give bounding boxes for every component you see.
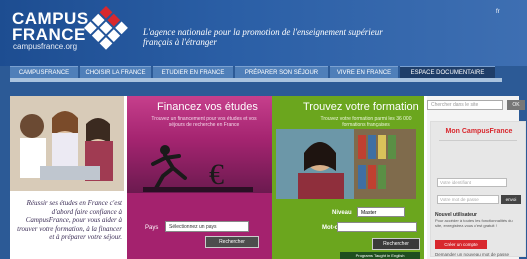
- main-content: Réussir ses études en France c'est d'abo…: [10, 96, 526, 259]
- site-search-button[interactable]: OK: [507, 100, 525, 110]
- new-user-description: Pour accéder à toutes les fonctionnalité…: [435, 218, 513, 228]
- motcle-input[interactable]: [337, 222, 417, 232]
- nav-item-choisir[interactable]: CHOISIR LA FRANCE: [80, 66, 151, 78]
- forgot-password-link[interactable]: Demander un nouveau mot de passe: [435, 252, 509, 257]
- campusfrance-logo-icon[interactable]: [76, 6, 136, 54]
- niveau-label: Niveau: [332, 210, 352, 216]
- student-library-photo: [276, 129, 416, 199]
- password-input[interactable]: Votre mot de passe: [437, 195, 499, 204]
- promo-left[interactable]: Réussir ses études en France c'est d'abo…: [10, 96, 124, 259]
- nav-subbar: [10, 78, 502, 82]
- programs-in-english-link[interactable]: Programs Taught in English: [340, 252, 420, 259]
- formation-title[interactable]: Trouvez votre formation: [303, 101, 419, 113]
- logo-url[interactable]: campusfrance.org: [13, 42, 77, 51]
- main-nav: CAMPUSFRANCE CHOISIR LA FRANCE ETUDIER E…: [10, 66, 495, 78]
- formation-search-button[interactable]: Rechercher: [372, 238, 420, 250]
- header: CAMPUS FRANCE campusfrance.org L'agence …: [0, 0, 527, 66]
- nav-item-preparer[interactable]: PRÉPARER SON SÉJOUR: [235, 66, 328, 78]
- promo-text: Réussir ses études en France c'est d'abo…: [17, 199, 122, 241]
- financement-title[interactable]: Financez vos études: [157, 101, 258, 113]
- financement-search-button[interactable]: Rechercher: [205, 236, 259, 248]
- connexion-title: Mon CampusFrance: [445, 128, 513, 135]
- connexion-box: Mon CampusFrance Votre identifiant Votre…: [430, 121, 526, 257]
- nav-item-campusfrance[interactable]: CAMPUSFRANCE: [10, 66, 78, 78]
- financement-banner: Financez vos études Trouvez un financeme…: [127, 96, 272, 193]
- pays-label: Pays: [145, 225, 159, 231]
- students-photo: [10, 96, 124, 191]
- pays-select[interactable]: Sélectionnez un pays: [165, 221, 249, 232]
- nav-item-espace-documentaire[interactable]: ESPACE DOCUMENTAIRE: [400, 66, 495, 78]
- financement-subtitle: Trouvez un financement pour vos études e…: [151, 116, 257, 128]
- nav-item-etudier[interactable]: ETUDIER EN FRANCE: [153, 66, 233, 78]
- formation-panel: Trouvez votre formation Trouvez votre fo…: [272, 96, 424, 259]
- site-search-input[interactable]: Chercher dans le site: [427, 100, 503, 110]
- niveau-select[interactable]: Master: [357, 207, 405, 217]
- language-indicator[interactable]: fr: [496, 9, 500, 15]
- create-account-button[interactable]: Créer un compte: [435, 240, 487, 249]
- identifiant-input[interactable]: Votre identifiant: [437, 178, 507, 187]
- financement-panel: Financez vos études Trouvez un financeme…: [127, 96, 272, 259]
- formation-subtitle: Trouvez votre formation parmi les 36 000…: [320, 116, 412, 128]
- login-button[interactable]: envoi: [501, 195, 521, 204]
- svg-text:€: €: [209, 158, 224, 191]
- tagline: L'agence nationale pour la promotion de …: [143, 27, 383, 47]
- nav-item-vivre[interactable]: VIVRE EN FRANCE: [330, 66, 398, 78]
- divider: [439, 140, 517, 141]
- page: CAMPUS FRANCE campusfrance.org L'agence …: [0, 0, 527, 259]
- running-man-icon: €: [143, 145, 253, 192]
- right-sidebar: Chercher dans le site OK Mon CampusFranc…: [427, 96, 526, 259]
